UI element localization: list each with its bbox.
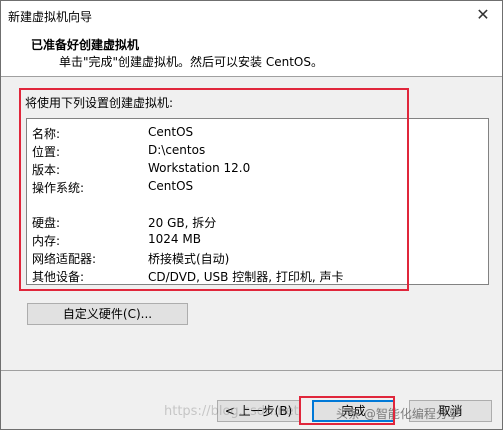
highlight-box-settings — [19, 88, 409, 291]
window-title: 新建虚拟机向导 — [8, 10, 93, 24]
highlight-box-finish — [299, 396, 395, 425]
watermark-url: https://blog.csdn.net — [164, 404, 299, 419]
title-bar: 新建虚拟机向导 ✕ — [1, 1, 502, 30]
close-icon[interactable]: ✕ — [472, 4, 494, 26]
wizard-header: 已准备好创建虚拟机 单击"完成"创建虚拟机。然后可以安装 CentOS。 — [1, 30, 502, 77]
page-subtitle: 单击"完成"创建虚拟机。然后可以安装 CentOS。 — [59, 55, 323, 69]
page-title: 已准备好创建虚拟机 — [31, 38, 140, 52]
customize-hardware-button[interactable]: 自定义硬件(C)... — [27, 303, 188, 325]
footer-divider — [1, 370, 502, 371]
